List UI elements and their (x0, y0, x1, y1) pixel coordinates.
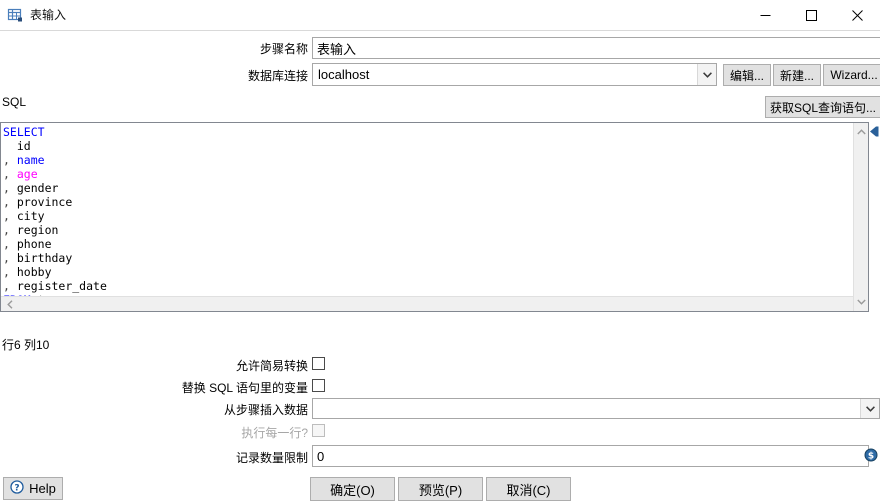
sql-line: , region (3, 223, 59, 237)
connection-combobox[interactable]: localhost (312, 63, 717, 86)
connection-value: localhost (318, 67, 370, 82)
sql-line: , hobby (3, 265, 52, 279)
table-input-icon (7, 7, 24, 24)
help-circle-icon: ? (10, 480, 24, 497)
replace-variables-label: 替换 SQL 语句里的变量 (181, 381, 308, 395)
scroll-left-icon[interactable] (3, 297, 17, 311)
sql-line: , birthday (3, 251, 73, 265)
lazy-conversion-label: 允许简易转换 (235, 359, 308, 373)
execute-each-row-checkbox (312, 424, 325, 437)
sql-line: , phone (3, 237, 52, 251)
sql-editor-horizontal-scrollbar[interactable] (1, 296, 853, 311)
variable-dollar-icon[interactable]: $ (864, 448, 878, 465)
sql-editor[interactable]: SELECT id, name, age, gender, province, … (0, 122, 869, 312)
sql-line: , gender (3, 181, 59, 195)
sql-section-label: SQL (2, 95, 27, 109)
maximize-button[interactable] (788, 0, 834, 30)
sql-line: , register_date (3, 279, 107, 293)
wizard-button[interactable]: Wizard... (823, 64, 880, 86)
chevron-down-icon[interactable] (697, 64, 716, 85)
caret-position-status: 行6 列10 (2, 338, 50, 352)
cancel-button[interactable]: 取消(C) (486, 477, 571, 501)
connection-label: 数据库连接 (247, 69, 308, 83)
new-connection-button[interactable]: 新建... (773, 64, 821, 86)
ok-button[interactable]: 确定(O) (310, 477, 395, 501)
sql-line: SELECT (3, 125, 45, 139)
help-button[interactable]: ? Help (3, 477, 63, 500)
collapse-panel-arrow-icon[interactable] (866, 124, 880, 138)
edit-connection-button[interactable]: 编辑... (723, 64, 771, 86)
insert-data-from-step-combobox[interactable] (312, 398, 880, 419)
sql-line: id (16, 139, 31, 153)
svg-text:$: $ (868, 451, 874, 461)
table-input-dialog: 表输入 步骤名称 数据库连接 localhost 编辑... 新建... Wiz… (0, 0, 880, 503)
execute-each-row-label: 执行每一行? (241, 426, 308, 440)
replace-variables-checkbox[interactable] (312, 379, 325, 392)
row-limit-label: 记录数量限制 (235, 451, 308, 465)
sql-line: , city (3, 209, 45, 223)
preview-button[interactable]: 预览(P) (398, 477, 483, 501)
sql-editor-vertical-scrollbar[interactable] (853, 123, 868, 311)
step-name-label: 步骤名称 (259, 42, 308, 56)
close-button[interactable] (834, 0, 880, 30)
sql-line: , age (3, 167, 38, 181)
chevron-down-icon[interactable] (860, 399, 879, 418)
svg-text:?: ? (15, 483, 20, 493)
row-limit-input[interactable] (312, 445, 869, 467)
lazy-conversion-checkbox[interactable] (312, 357, 325, 370)
help-button-label: Help (29, 481, 56, 496)
window-title: 表输入 (30, 8, 67, 22)
sql-line: , name (3, 153, 45, 167)
step-name-input[interactable] (312, 37, 880, 59)
scroll-down-icon[interactable] (854, 295, 868, 309)
insert-data-from-step-label: 从步骤插入数据 (223, 403, 308, 417)
sql-line: , province (3, 195, 73, 209)
minimize-button[interactable] (742, 0, 788, 30)
sql-editor-text: SELECT id, name, age, gender, province, … (1, 123, 107, 307)
title-bar: 表输入 (0, 0, 880, 31)
get-sql-statement-button[interactable]: 获取SQL查询语句... (765, 96, 880, 118)
